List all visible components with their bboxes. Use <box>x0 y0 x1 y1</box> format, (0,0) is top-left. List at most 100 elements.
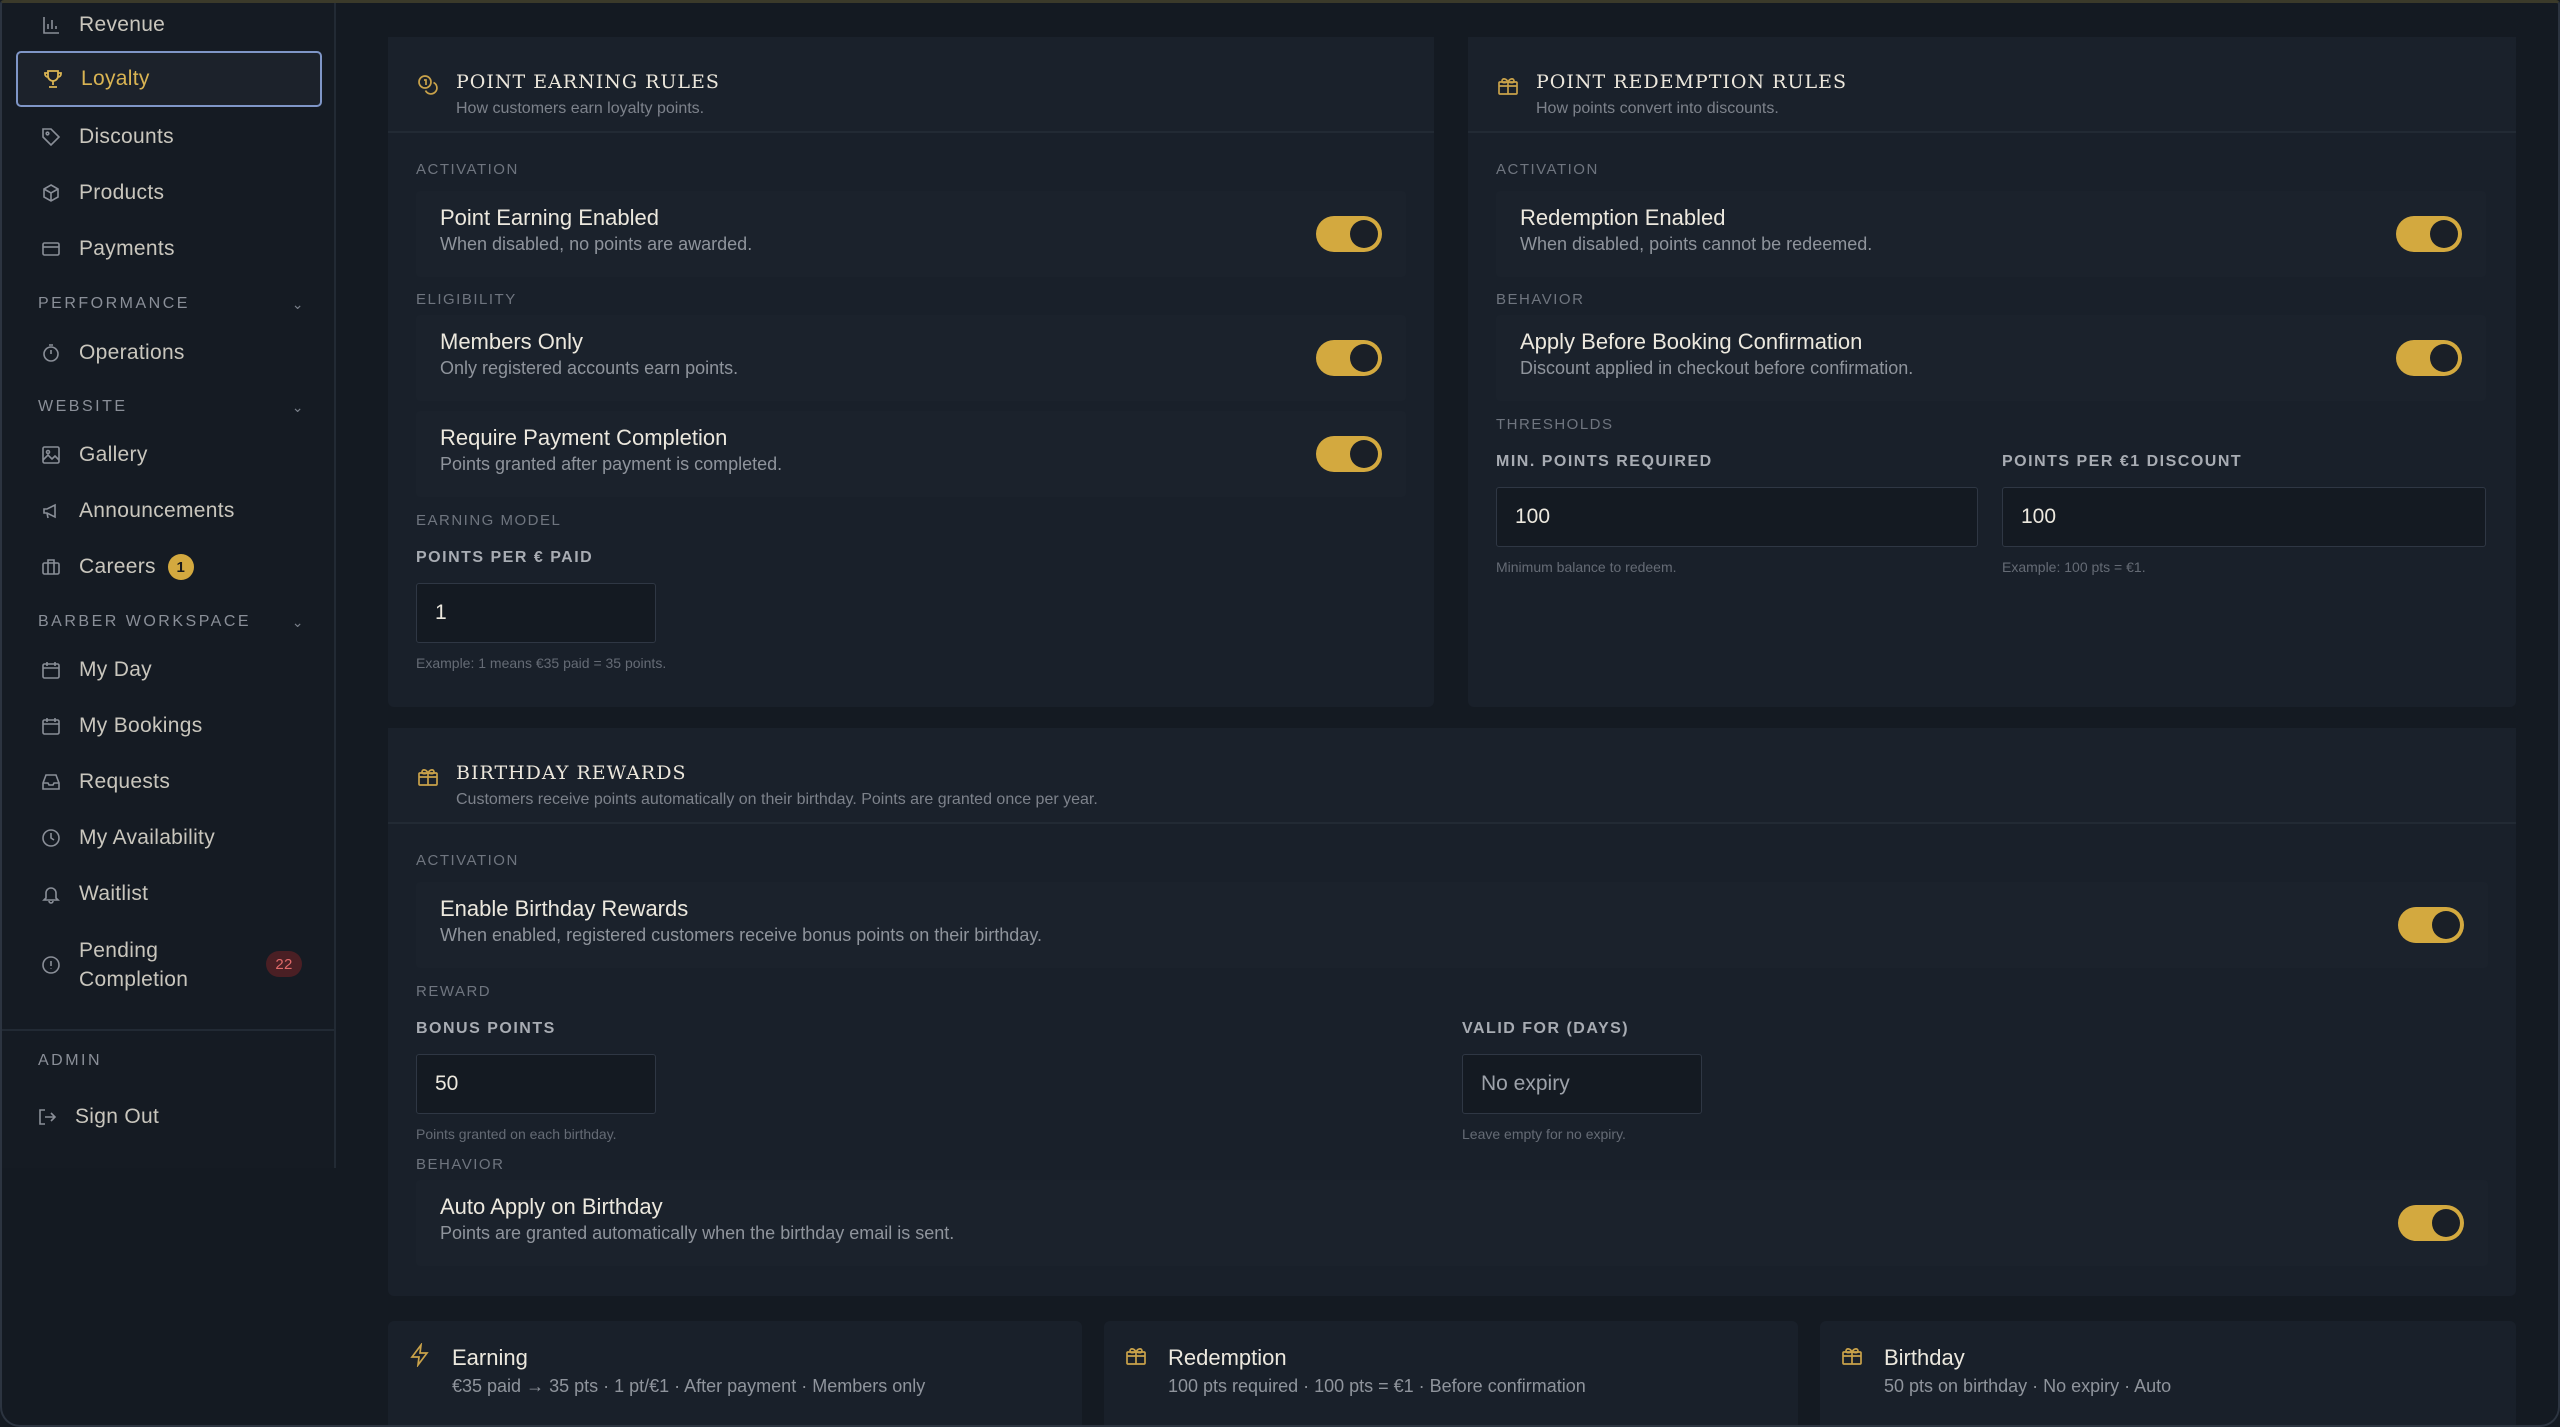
setting-title: Point Earning Enabled <box>440 205 659 230</box>
summary-title: Birthday <box>1884 1345 1965 1370</box>
redemption-rules-card: POINT REDEMPTION RULES How points conver… <box>1468 37 2516 707</box>
field-label: POINTS PER € PAID <box>416 549 594 566</box>
summary-description: 100 pts required · 100 pts = €1 · Before… <box>1168 1376 1586 1396</box>
sidebar-item-my-availability[interactable]: My Availability <box>16 810 322 866</box>
setting-description: When enabled, registered customers recei… <box>440 925 1042 945</box>
briefcase-icon <box>40 556 62 578</box>
setting-title: Enable Birthday Rewards <box>440 896 689 921</box>
setting-description: When disabled, points cannot be redeemed… <box>1520 234 1873 254</box>
gift-icon <box>1124 1343 1148 1367</box>
sidebar-item-my-day[interactable]: My Day <box>16 642 322 698</box>
require-payment-toggle[interactable] <box>1316 436 1382 472</box>
setting-title: Auto Apply on Birthday <box>440 1194 663 1219</box>
sidebar-item-discounts[interactable]: Discounts <box>16 109 322 165</box>
setting-description: Discount applied in checkout before conf… <box>1520 358 1914 378</box>
card-header: BIRTHDAY REWARDS Customers receive point… <box>388 728 2516 824</box>
summary-birthday: Birthday 50 pts on birthday · No expiry … <box>1820 1321 2516 1425</box>
gift-icon <box>1496 73 1520 97</box>
points-per-euro-input[interactable]: 1 <box>416 583 656 643</box>
apply-before-confirmation-toggle[interactable] <box>2396 340 2462 376</box>
field-hint: Example: 1 means €35 paid = 35 points. <box>416 655 667 671</box>
card-subtitle: How points convert into discounts. <box>1536 100 1779 117</box>
bar-chart-icon <box>40 14 62 36</box>
sidebar-item-label: Careers <box>79 555 156 578</box>
chevron-down-icon: ⌄ <box>291 295 306 312</box>
trophy-icon <box>42 68 64 90</box>
sidebar-item-requests[interactable]: Requests <box>16 754 322 810</box>
sidebar-item-label: Operations <box>79 341 185 364</box>
sidebar-divider <box>2 1029 336 1031</box>
auto-apply-toggle[interactable] <box>2398 1205 2464 1241</box>
tag-icon <box>40 126 62 148</box>
sidebar-item-careers[interactable]: Careers 1 <box>16 539 322 595</box>
sidebar-item-operations[interactable]: Operations <box>16 325 322 381</box>
sidebar-item-gallery[interactable]: Gallery <box>16 427 322 483</box>
group-label: BEHAVIOR <box>416 1156 505 1173</box>
setting-row-enable-birthday: Enable Birthday Rewards When enabled, re… <box>416 882 2488 968</box>
section-performance[interactable]: PERFORMANCE ⌄ <box>38 295 306 313</box>
setting-description: Points granted after payment is complete… <box>440 454 783 474</box>
card-title: POINT REDEMPTION RULES <box>1536 71 1847 93</box>
sidebar-item-pending-completion[interactable]: Pending Completion 22 <box>16 935 322 995</box>
sidebar-item-label: My Day <box>79 658 152 681</box>
sidebar: Revenue Loyalty Discounts Products Payme… <box>2 3 336 1168</box>
sidebar-item-my-bookings[interactable]: My Bookings <box>16 698 322 754</box>
bonus-points-input[interactable]: 50 <box>416 1054 656 1114</box>
summary-description: 50 pts on birthday · No expiry · Auto <box>1884 1376 2172 1396</box>
sidebar-item-payments[interactable]: Payments <box>16 221 322 277</box>
field-hint: Leave empty for no expiry. <box>1462 1126 1626 1142</box>
gift-icon <box>1840 1343 1864 1367</box>
sidebar-item-label: Requests <box>79 770 171 793</box>
setting-row-require-payment: Require Payment Completion Points grante… <box>416 411 1406 497</box>
enable-birthday-toggle[interactable] <box>2398 907 2464 943</box>
section-barber-workspace[interactable]: BARBER WORKSPACE ⌄ <box>38 613 306 631</box>
valid-days-input[interactable]: No expiry <box>1462 1054 1702 1114</box>
sidebar-item-revenue[interactable]: Revenue <box>16 3 322 53</box>
sidebar-item-loyalty[interactable]: Loyalty <box>16 51 322 107</box>
stopwatch-icon <box>40 342 62 364</box>
megaphone-icon <box>40 500 62 522</box>
calendar-icon <box>40 659 62 681</box>
calendar-icon <box>40 715 62 737</box>
sidebar-item-announcements[interactable]: Announcements <box>16 483 322 539</box>
min-points-input[interactable]: 100 <box>1496 487 1978 547</box>
setting-description: When disabled, no points are awarded. <box>440 234 753 254</box>
sidebar-item-label: Gallery <box>79 443 148 466</box>
group-label: THRESHOLDS <box>1496 416 1614 433</box>
group-label: ELIGIBILITY <box>416 291 517 308</box>
card-title: POINT EARNING RULES <box>456 71 720 93</box>
sidebar-item-label: Announcements <box>79 499 235 522</box>
points-per-discount-input[interactable]: 100 <box>2002 487 2486 547</box>
sidebar-item-label: Discounts <box>79 125 174 148</box>
setting-row-apply-before-confirmation: Apply Before Booking Confirmation Discou… <box>1496 315 2486 401</box>
setting-title: Require Payment Completion <box>440 425 728 450</box>
sidebar-item-label: Loyalty <box>81 67 150 90</box>
members-only-toggle[interactable] <box>1316 340 1382 376</box>
earning-enabled-toggle[interactable] <box>1316 216 1382 252</box>
image-icon <box>40 444 62 466</box>
field-hint: Minimum balance to redeem. <box>1496 559 1677 575</box>
field-label: VALID FOR (DAYS) <box>1462 1020 1630 1037</box>
sidebar-item-label: My Bookings <box>79 714 203 737</box>
sidebar-item-label: My Availability <box>79 826 215 849</box>
summary-title: Earning <box>452 1345 528 1370</box>
section-website[interactable]: WEBSITE ⌄ <box>38 398 306 416</box>
lightning-icon <box>408 1341 432 1369</box>
earning-rules-card: POINT EARNING RULES How customers earn l… <box>388 37 1434 707</box>
field-label: POINTS PER €1 DISCOUNT <box>2002 453 2243 470</box>
sidebar-item-products[interactable]: Products <box>16 165 322 221</box>
gift-icon <box>416 764 440 788</box>
bell-icon <box>40 883 62 905</box>
card-subtitle: Customers receive points automatically o… <box>456 791 1098 808</box>
redemption-enabled-toggle[interactable] <box>2396 216 2462 252</box>
field-label: MIN. POINTS REQUIRED <box>1496 453 1713 470</box>
clock-icon <box>40 827 62 849</box>
main-content: POINT EARNING RULES How customers earn l… <box>338 3 2558 1425</box>
careers-count-badge: 1 <box>167 554 194 580</box>
sign-out-button[interactable]: Sign Out <box>16 1089 322 1145</box>
summary-description: €35 paid → 35 pts · 1 pt/€1 · After paym… <box>452 1376 926 1396</box>
setting-description: Points are granted automatically when th… <box>440 1223 955 1243</box>
sidebar-item-waitlist[interactable]: Waitlist <box>16 866 322 922</box>
setting-row-earning-enabled: Point Earning Enabled When disabled, no … <box>416 191 1406 277</box>
field-hint: Points granted on each birthday. <box>416 1126 617 1142</box>
